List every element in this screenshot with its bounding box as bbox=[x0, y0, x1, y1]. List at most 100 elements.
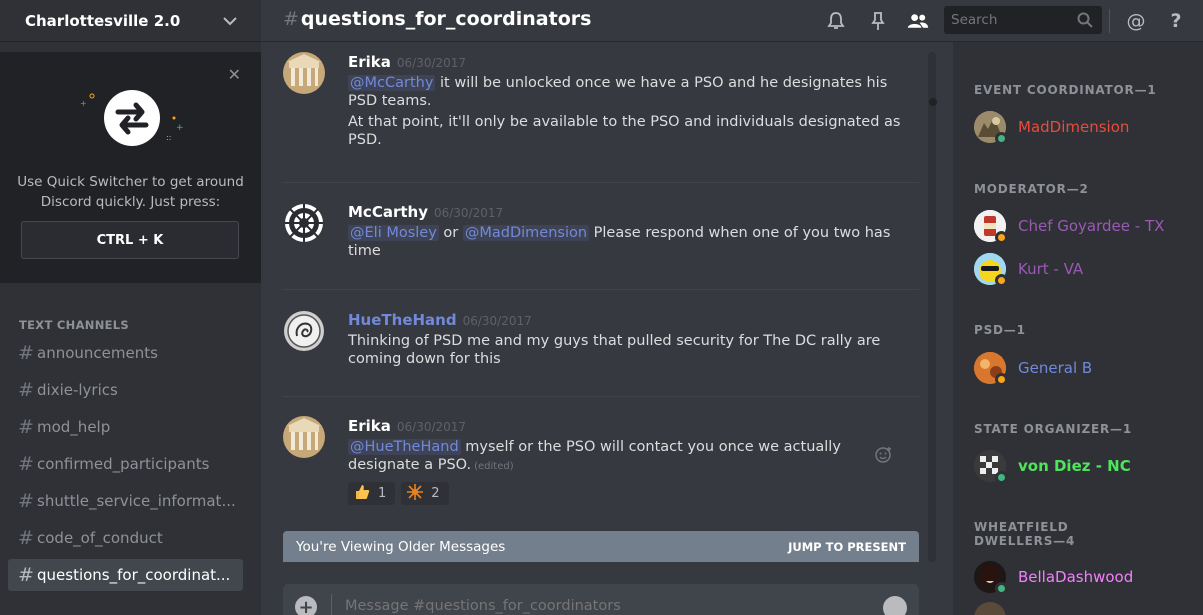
channel-sidebar: Charlottesville 2.0 ✕ + + :: Use Quick S… bbox=[0, 0, 261, 615]
member-item[interactable]: Kurt - VA bbox=[974, 251, 1194, 287]
server-header[interactable]: Charlottesville 2.0 bbox=[0, 0, 261, 42]
close-icon[interactable]: ✕ bbox=[228, 65, 241, 84]
hash-icon: # bbox=[18, 453, 34, 475]
avatar[interactable] bbox=[283, 310, 325, 352]
quick-switcher-line-1: Use Quick Switcher to get around bbox=[17, 174, 244, 190]
channel-announcements[interactable]: # announcements bbox=[8, 337, 243, 369]
channel-title-text: questions_for_coordinators bbox=[300, 8, 592, 30]
message-text-segment: designate a PSO. bbox=[348, 457, 472, 473]
message-composer: + bbox=[283, 584, 919, 615]
message-input[interactable] bbox=[345, 598, 865, 614]
member-item[interactable] bbox=[974, 600, 1194, 615]
channel-dixie-lyrics[interactable]: # dixie-lyrics bbox=[8, 374, 243, 406]
quick-switcher-arrows-icon: + + :: bbox=[80, 90, 184, 146]
channel-code-of-conduct[interactable]: # code_of_conduct bbox=[8, 522, 243, 554]
older-messages-text: You're Viewing Older Messages bbox=[296, 538, 506, 555]
role-header: STATE ORGANIZER—1 bbox=[974, 422, 1132, 436]
discord-app: Charlottesville 2.0 ✕ + + :: Use Quick S… bbox=[0, 0, 1203, 615]
quick-switcher-tip: ✕ + + :: Use Quick Switcher to get aroun… bbox=[0, 52, 261, 283]
emoji-picker-icon[interactable] bbox=[883, 596, 907, 615]
quick-switcher-shortcut[interactable]: CTRL + K bbox=[21, 221, 239, 259]
toolbar-divider bbox=[1109, 9, 1110, 33]
member-list-icon[interactable] bbox=[907, 10, 929, 32]
add-reaction-icon[interactable] bbox=[875, 446, 893, 468]
status-indicator bbox=[995, 373, 1008, 386]
channel-confirmed-participants[interactable]: # confirmed_participants bbox=[8, 448, 243, 480]
member-item[interactable]: MadDimension bbox=[974, 109, 1194, 145]
role-header: WHEATFIELD DWELLERS—4 bbox=[974, 520, 1075, 548]
member-item[interactable]: Chef Goyardee - TX bbox=[974, 208, 1194, 244]
quick-switcher-line-2: Discord quickly. Just press: bbox=[40, 194, 221, 210]
message-author[interactable]: Erika bbox=[348, 53, 391, 71]
chevron-down-icon[interactable] bbox=[223, 11, 237, 30]
message-scrollbar-track[interactable] bbox=[928, 52, 936, 562]
member-item[interactable]: BellaDashwood bbox=[974, 559, 1194, 595]
hash-icon: # bbox=[18, 342, 34, 364]
message-author[interactable]: Erika bbox=[348, 417, 391, 435]
hash-icon: # bbox=[18, 527, 34, 549]
channel-label: confirmed_participants bbox=[37, 455, 210, 473]
avatar bbox=[974, 352, 1008, 386]
upload-button[interactable]: + bbox=[295, 596, 317, 615]
role-header-line: WHEATFIELD bbox=[974, 520, 1069, 534]
hash-icon: # bbox=[18, 490, 34, 512]
reactions: 1 2 bbox=[348, 482, 908, 505]
role-header: EVENT COORDINATOR—1 bbox=[974, 83, 1157, 97]
avatar[interactable] bbox=[283, 416, 325, 458]
thumbs-up-icon bbox=[354, 484, 370, 504]
server-name: Charlottesville 2.0 bbox=[25, 11, 181, 30]
message-divider bbox=[283, 289, 919, 290]
reaction-count: 1 bbox=[378, 486, 387, 501]
pin-icon[interactable] bbox=[867, 10, 889, 32]
message-text-segment: time bbox=[348, 243, 381, 259]
search-input[interactable]: Search bbox=[944, 6, 1102, 34]
channel-shuttle-service[interactable]: # shuttle_service_informat... bbox=[8, 485, 243, 517]
member-item[interactable]: von Diez - NC bbox=[974, 448, 1194, 484]
message-timestamp: 06/30/2017 bbox=[396, 56, 467, 70]
avatar[interactable] bbox=[283, 52, 325, 94]
avatar bbox=[974, 210, 1008, 244]
message-scrollbar-thumb[interactable] bbox=[929, 98, 937, 106]
jump-to-present-button[interactable]: JUMP TO PRESENT bbox=[788, 540, 906, 554]
channel-mod-help[interactable]: # mod_help bbox=[8, 411, 243, 443]
svg-text:::: :: bbox=[166, 133, 171, 142]
status-indicator bbox=[995, 132, 1008, 145]
channel-label: questions_for_coordinat... bbox=[37, 566, 231, 584]
svg-text:+: + bbox=[176, 123, 184, 133]
member-name: MadDimension bbox=[1018, 118, 1130, 136]
user-mention[interactable]: @Eli Mosley bbox=[348, 225, 439, 241]
composer-divider bbox=[331, 594, 332, 615]
bell-icon[interactable] bbox=[825, 10, 847, 32]
message-text-segment: PSD. bbox=[348, 132, 382, 148]
channel-questions-for-coordinators[interactable]: # questions_for_coordinat... bbox=[8, 559, 243, 591]
help-icon[interactable]: ? bbox=[1165, 10, 1187, 32]
member-name: Kurt - VA bbox=[1018, 260, 1084, 278]
member-item[interactable]: General B bbox=[974, 350, 1194, 386]
mentions-icon[interactable]: @ bbox=[1125, 10, 1147, 32]
reaction-thumbs-up[interactable]: 1 bbox=[348, 482, 396, 505]
message-body: McCarthy 06/30/2017 @Eli Mosley or @MadDi… bbox=[348, 202, 908, 260]
channel-title: # questions_for_coordinators bbox=[283, 8, 591, 30]
reaction-sun-cross[interactable]: 2 bbox=[401, 482, 449, 505]
user-mention[interactable]: @HueTheHand bbox=[348, 439, 461, 455]
sun-cross-icon bbox=[407, 483, 424, 504]
user-mention[interactable]: @McCarthy bbox=[348, 75, 436, 91]
hash-icon: # bbox=[18, 564, 34, 586]
text-channels-header[interactable]: TEXT CHANNELS bbox=[19, 318, 129, 332]
channel-label: shuttle_service_informat... bbox=[37, 492, 236, 510]
message-text-segment: coming down for this bbox=[348, 351, 501, 367]
user-mention[interactable]: @MadDimension bbox=[462, 225, 590, 241]
message-text-segment: At that point, it'll only be available t… bbox=[348, 114, 901, 130]
message-timestamp: 06/30/2017 bbox=[433, 206, 504, 220]
message-author[interactable]: McCarthy bbox=[348, 203, 428, 221]
status-indicator bbox=[995, 231, 1008, 244]
channel-label: dixie-lyrics bbox=[37, 381, 118, 399]
avatar bbox=[974, 602, 1006, 615]
message-divider bbox=[283, 396, 919, 397]
message-text: At that point, it'll only be available t… bbox=[348, 113, 908, 149]
avatar[interactable] bbox=[283, 202, 325, 244]
hash-icon: # bbox=[18, 416, 34, 438]
message-author[interactable]: HueTheHand bbox=[348, 311, 457, 329]
message-text-segment: Thinking of PSD me and my guys that pull… bbox=[348, 333, 881, 349]
message-divider bbox=[283, 182, 919, 183]
